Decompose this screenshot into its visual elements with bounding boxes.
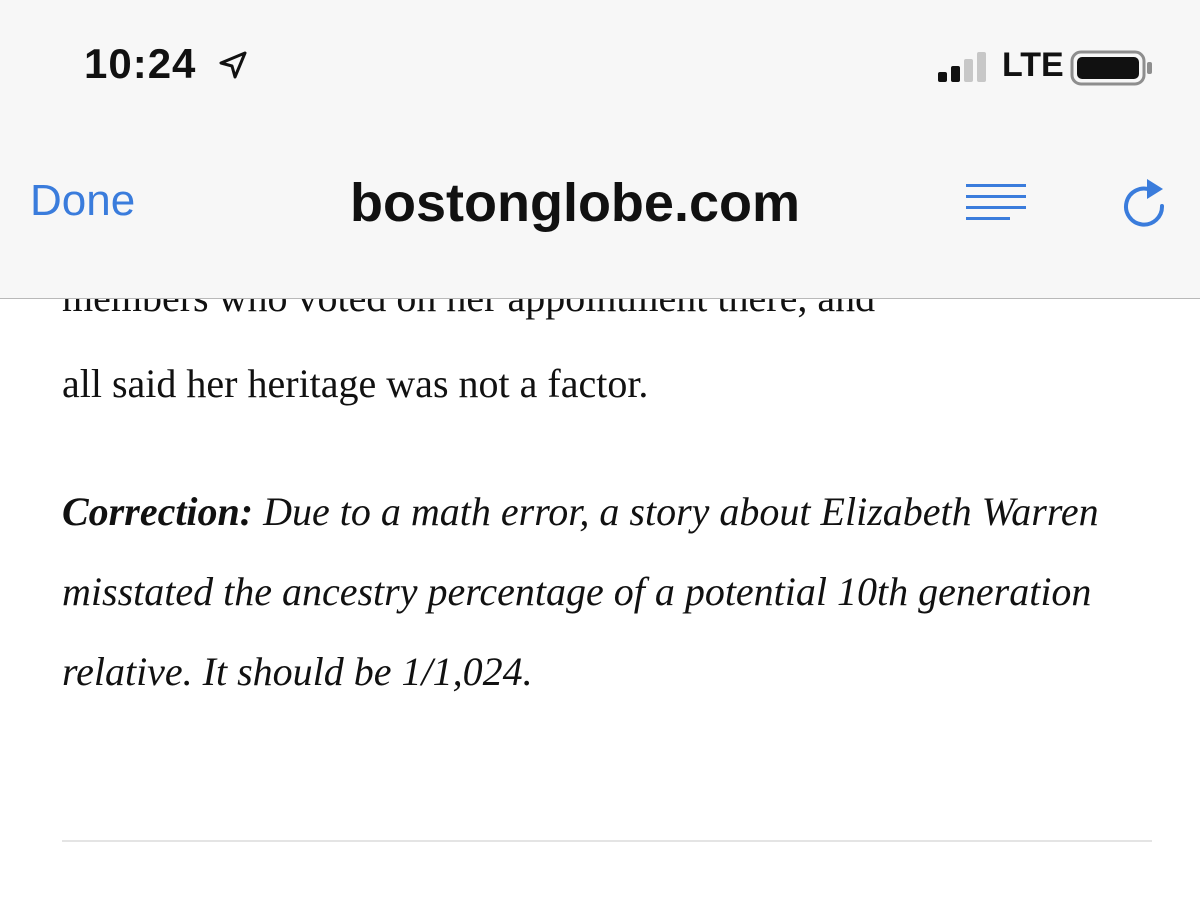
reload-icon[interactable] (1118, 176, 1170, 232)
safari-view-header: 10:24 LTE Done bostonglobe.com (0, 0, 1200, 299)
section-divider (62, 840, 1152, 842)
location-arrow-icon (219, 51, 247, 79)
article-paragraph-end: all said her heritage was not a factor. (62, 361, 649, 406)
correction-label: Correction: (62, 489, 254, 534)
signal-bars-icon (938, 52, 986, 82)
correction-paragraph: Correction: Due to a math error, a story… (62, 472, 1142, 712)
page-domain: bostonglobe.com (350, 173, 800, 233)
done-button[interactable]: Done (30, 176, 135, 226)
reader-view-icon[interactable] (964, 182, 1028, 222)
battery-icon (1070, 50, 1152, 86)
status-time: 10:24 (84, 40, 197, 87)
network-type: LTE (1002, 46, 1064, 84)
